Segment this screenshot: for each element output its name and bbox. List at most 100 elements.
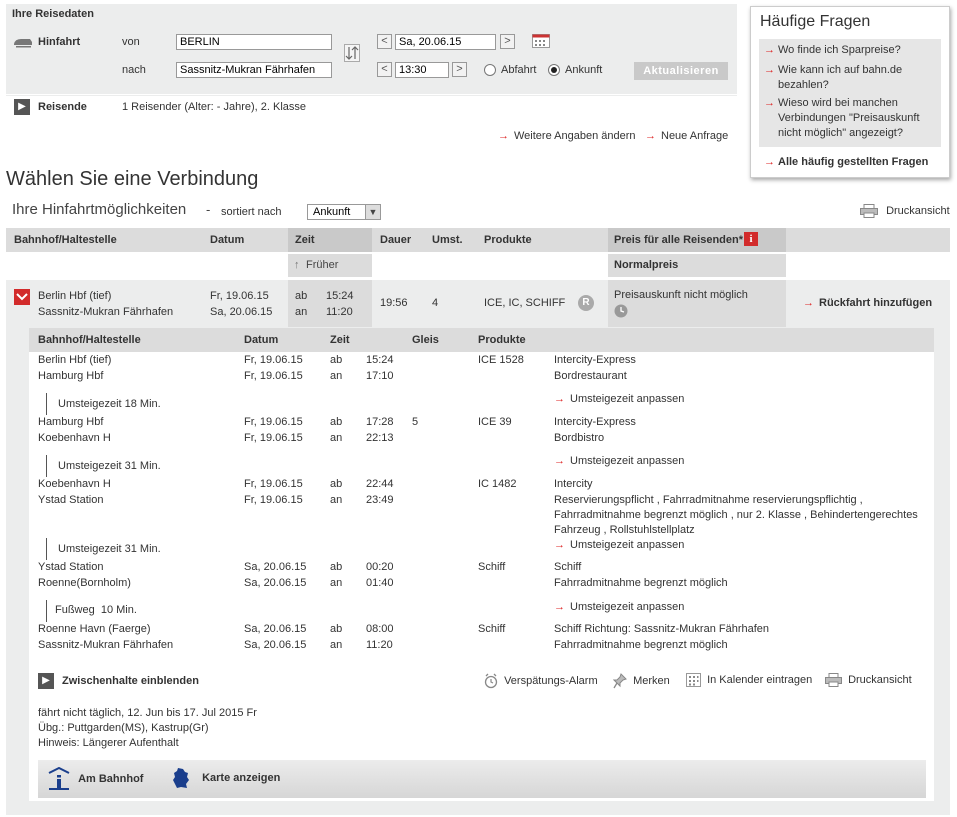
merken-link[interactable]: Merken xyxy=(612,673,670,689)
time-next-button[interactable]: > xyxy=(452,62,467,77)
von-label: von xyxy=(122,36,140,48)
calendar-icon[interactable] xyxy=(532,34,550,51)
leg-dep-time: 08:00 xyxy=(366,623,394,635)
station-info-icon xyxy=(48,766,70,790)
date-next-button[interactable]: > xyxy=(500,34,515,49)
adjust-transfer-link[interactable]: → Umsteigezeit anpassen xyxy=(554,393,684,405)
leg-arr-time: 23:49 xyxy=(366,494,394,506)
date-prev-button[interactable]: < xyxy=(377,34,392,49)
chevron-right-icon: > xyxy=(504,35,511,47)
calendar-add-link[interactable]: In Kalender eintragen xyxy=(686,673,812,687)
collapse-icon[interactable] xyxy=(14,289,30,305)
faq-title: Häufige Fragen xyxy=(760,13,871,30)
leg-arr-time: 22:13 xyxy=(366,432,394,444)
leg-train[interactable]: Schiff xyxy=(478,561,505,573)
leg-train[interactable]: Schiff xyxy=(478,623,505,635)
leg-dep-track: 5 xyxy=(412,416,419,428)
date-input[interactable] xyxy=(395,34,496,50)
col-time: Zeit xyxy=(295,234,315,246)
reisedaten-panel xyxy=(6,4,737,96)
leg-ab: ab xyxy=(330,478,343,490)
leg-train[interactable]: IC 1482 xyxy=(478,478,517,490)
nach-label: nach xyxy=(122,64,146,76)
price-info-icon[interactable]: i xyxy=(744,232,758,246)
adjust-transfer-link[interactable]: → Umsteigezeit anpassen xyxy=(554,539,684,551)
note-transfer-points: Übg.: Puttgarden(MS), Kastrup(Gr) xyxy=(38,722,209,734)
sort-select[interactable]: Ankunft ▼ xyxy=(307,204,381,220)
leg-train[interactable]: ICE 1528 xyxy=(478,354,524,366)
print-connection-link[interactable]: Druckansicht xyxy=(825,673,912,687)
chevron-left-icon: < xyxy=(381,35,388,47)
faq-item-bezahlen[interactable]: → Wie kann ich auf bahn.de bezahlen? xyxy=(764,63,944,93)
leg-info: Fahrradmitnahme begrenzt möglich xyxy=(554,577,728,589)
ankunft-label[interactable]: Ankunft xyxy=(565,64,602,76)
faq-box: Häufige Fragen → Wo finde ich Sparpreise?… xyxy=(750,6,950,178)
hinfahrt-label: Hinfahrt xyxy=(38,36,81,48)
faq-item-preisauskunft[interactable]: → Wieso wird bei manchen Verbindungen "Pr… xyxy=(764,96,944,141)
leg-dep-station: Hamburg Hbf xyxy=(38,416,104,428)
chevron-left-icon: < xyxy=(381,63,388,75)
faq-item-sparpreise[interactable]: → Wo finde ich Sparpreise? xyxy=(764,43,944,58)
leg-dep-time: 22:44 xyxy=(366,478,394,490)
conn-ab: ab xyxy=(295,290,308,302)
leg-train[interactable]: ICE 39 xyxy=(478,416,512,428)
normalpreis-header: Normalpreis xyxy=(608,254,786,277)
conn-date-dep: Fr, 19.06.15 xyxy=(210,290,269,302)
leg-arr-date: Fr, 19.06.15 xyxy=(244,370,303,382)
conn-changes: 4 xyxy=(432,297,439,309)
reisedaten-title: Ihre Reisedaten xyxy=(12,8,94,20)
von-input[interactable] xyxy=(176,34,332,50)
transfer-line xyxy=(46,600,47,622)
col-price: Preis für alle Reisenden* xyxy=(614,234,743,246)
arrow-up-icon: ↑ xyxy=(294,259,300,271)
leg-arr-time: 17:10 xyxy=(366,370,394,382)
map-link[interactable]: Karte anzeigen xyxy=(172,767,280,789)
abfahrt-label[interactable]: Abfahrt xyxy=(501,64,536,76)
leg-arr-date: Sa, 20.06.15 xyxy=(244,639,307,651)
return-link[interactable]: → Rückfahrt hinzufügen xyxy=(803,297,932,309)
print-view-link[interactable]: Druckansicht xyxy=(860,204,950,218)
leg-an: an xyxy=(330,577,343,589)
leg-arr-date: Fr, 19.06.15 xyxy=(244,494,303,506)
leg-arr-date: Fr, 19.06.15 xyxy=(244,432,303,444)
train-icon xyxy=(13,36,33,51)
conn-price-text: Preisauskunft nicht möglich xyxy=(614,289,748,301)
leg-dep-station: Koebenhavn H xyxy=(38,478,111,490)
leg-dep-date: Sa, 20.06.15 xyxy=(244,623,307,635)
reisende-expand-icon[interactable]: ▶ xyxy=(14,99,30,115)
update-button[interactable]: Aktualisieren xyxy=(634,62,728,80)
alarm-icon xyxy=(484,673,498,689)
expand-icon[interactable]: ▶ xyxy=(38,673,54,689)
page-heading: Wählen Sie eine Verbindung xyxy=(6,168,259,190)
conn-from: Berlin Hbf (tief) xyxy=(38,290,112,302)
nach-input[interactable] xyxy=(176,62,332,78)
leg-info: Bordrestaurant xyxy=(554,370,627,382)
leg-info: Fahrzeug , Rollstuhlstellplatz xyxy=(554,524,695,536)
abfahrt-radio[interactable] xyxy=(484,64,496,76)
show-stops-link[interactable]: Zwischenhalte einblenden xyxy=(62,675,199,687)
clock-icon xyxy=(614,304,628,321)
ankunft-radio[interactable] xyxy=(548,64,560,76)
adjust-transfer-link[interactable]: → Umsteigezeit anpassen xyxy=(554,455,684,467)
earlier-button[interactable]: ↑ Früher xyxy=(288,254,372,277)
chevron-right-icon: > xyxy=(456,63,463,75)
weitere-angaben-link[interactable]: → Weitere Angaben ändern xyxy=(498,130,636,142)
faq-all-link[interactable]: → Alle häufig gestellten Fragen xyxy=(764,155,944,170)
leg-an: an xyxy=(330,494,343,506)
station-info-link[interactable]: Am Bahnhof xyxy=(48,766,143,791)
leg-dep-time: 15:24 xyxy=(366,354,394,366)
swap-button[interactable] xyxy=(344,44,360,62)
germany-map-icon xyxy=(173,768,189,788)
adjust-transfer-link[interactable]: → Umsteigezeit anpassen xyxy=(554,601,684,613)
delay-alarm-link[interactable]: Verspätungs-Alarm xyxy=(484,673,598,689)
neue-anfrage-link[interactable]: → Neue Anfrage xyxy=(645,130,728,142)
printer-icon xyxy=(825,673,842,687)
leg-dep-time: 17:28 xyxy=(366,416,394,428)
conn-an: an xyxy=(295,306,308,318)
results-dash: - xyxy=(206,202,211,217)
time-input[interactable] xyxy=(395,62,449,78)
detail-col-date: Datum xyxy=(244,334,279,346)
transfer-line xyxy=(46,538,47,560)
time-prev-button[interactable]: < xyxy=(377,62,392,77)
conn-duration: 19:56 xyxy=(380,297,408,309)
